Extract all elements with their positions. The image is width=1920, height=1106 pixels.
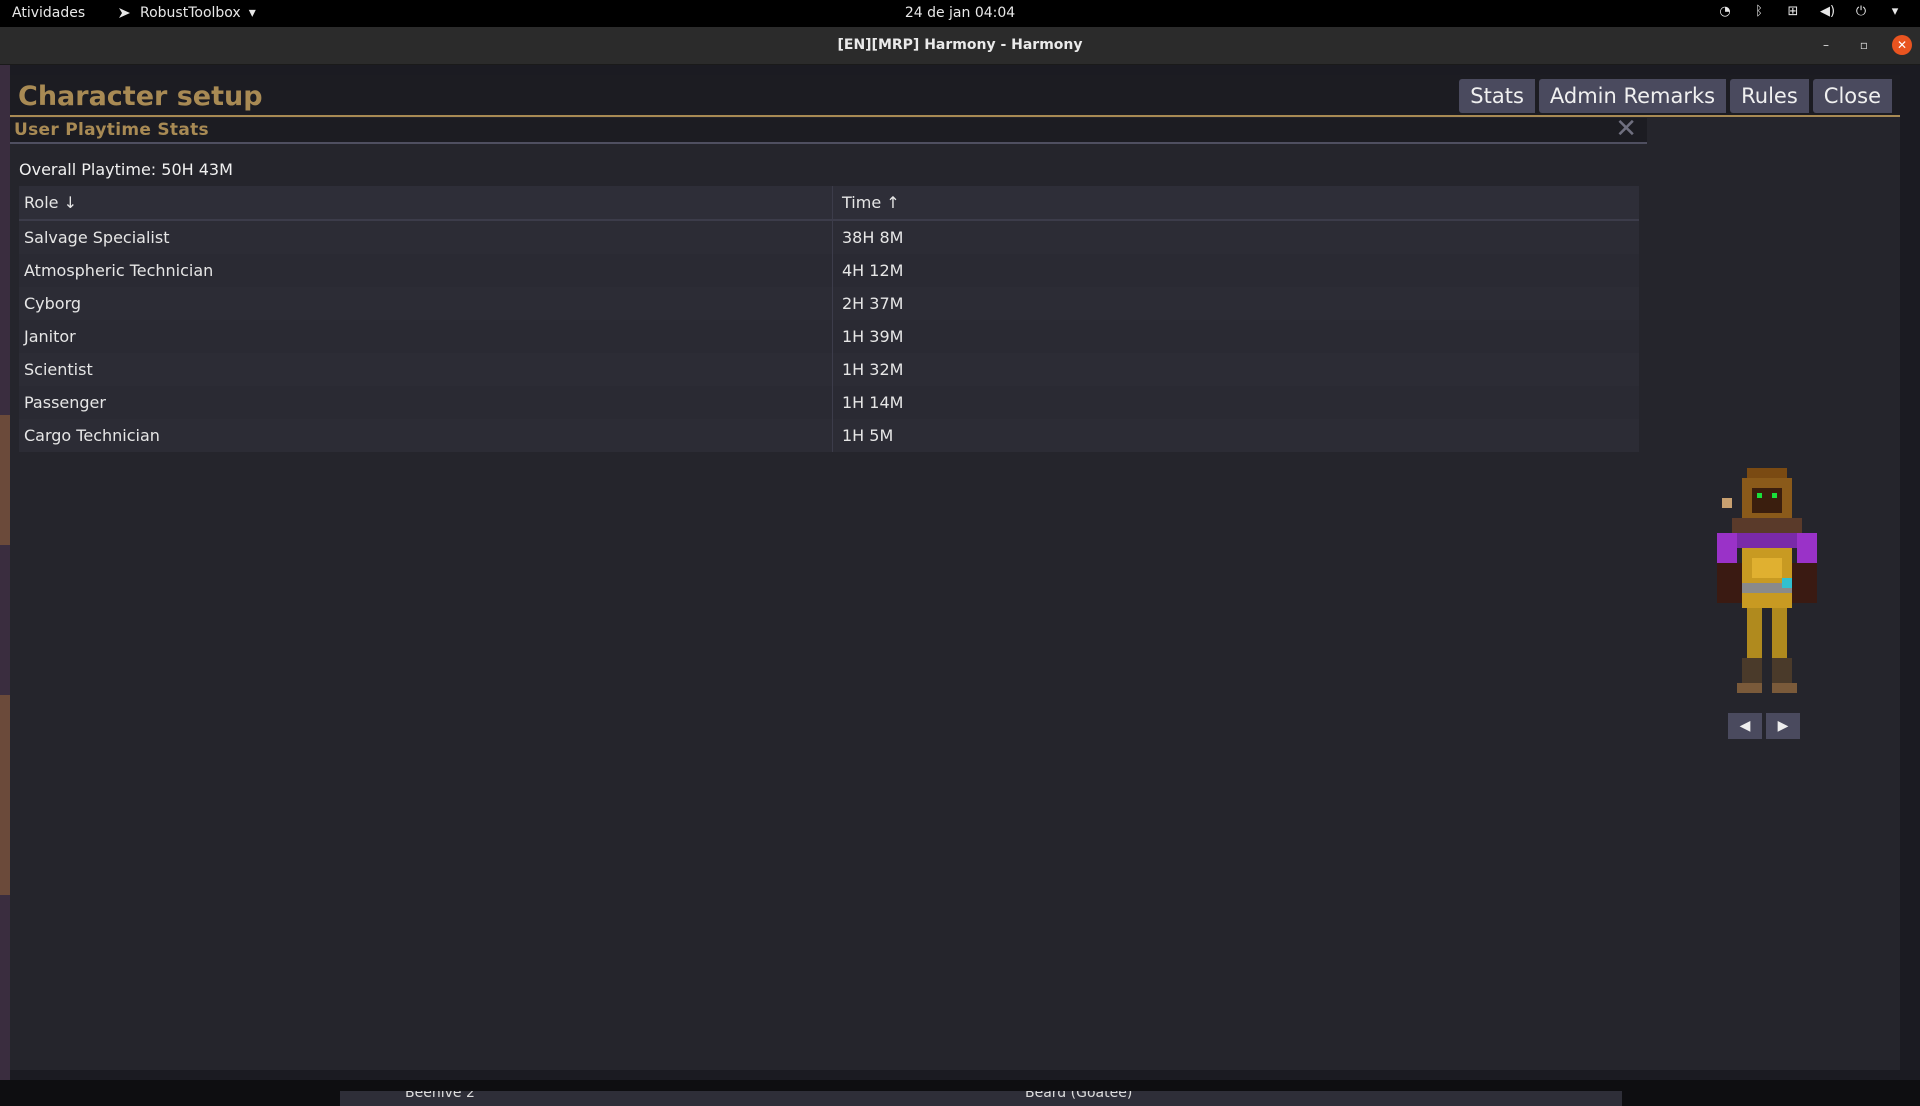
playtime-table: Role ↓ Time ↑ Salvage Specialist 38H 8M …: [19, 186, 1639, 452]
time-cell: 1H 32M: [842, 360, 904, 379]
role-cell: Janitor: [19, 320, 833, 353]
clock[interactable]: 24 de jan 04:04: [0, 5, 1920, 21]
window-titlebar[interactable]: [EN][MRP] Harmony - Harmony – ▫ ✕: [0, 27, 1920, 65]
table-row: Scientist 1H 32M: [19, 353, 1639, 386]
system-tray[interactable]: ◔ ᛒ ⊞ ◀) ⏻ ▾: [1718, 4, 1902, 19]
time-cell: 38H 8M: [842, 228, 904, 247]
overall-playtime: Overall Playtime: 50H 43M: [19, 160, 233, 179]
rotate-right-button[interactable]: ▶: [1766, 713, 1800, 739]
character-setup-header: Character setup Stats Admin Remarks Rule…: [10, 75, 1900, 117]
background-scene: [0, 65, 10, 1080]
bluetooth-icon[interactable]: ᛒ: [1752, 4, 1766, 19]
time-cell: 4H 12M: [842, 261, 904, 280]
table-row: Atmospheric Technician 4H 12M: [19, 254, 1639, 287]
network-icon[interactable]: ⊞: [1786, 4, 1800, 19]
restore-icon[interactable]: ▫: [1854, 35, 1874, 55]
admin-remarks-button[interactable]: Admin Remarks: [1538, 79, 1727, 113]
chevron-down-icon[interactable]: ▾: [1888, 4, 1902, 19]
background-wall: [0, 695, 10, 895]
role-cell: Atmospheric Technician: [19, 254, 833, 287]
stats-button[interactable]: Stats: [1459, 79, 1535, 113]
power-icon[interactable]: ⏻: [1854, 4, 1868, 19]
character-setup-title: Character setup: [18, 81, 263, 112]
role-cell: Passenger: [19, 386, 833, 419]
table-row: Passenger 1H 14M: [19, 386, 1639, 419]
time-cell: 1H 14M: [842, 393, 904, 412]
background-wall: [0, 415, 10, 545]
table-row: Cargo Technician 1H 5M: [19, 419, 1639, 452]
stats-window-header[interactable]: User Playtime Stats ✕: [10, 114, 1647, 144]
role-column-header[interactable]: Role ↓: [19, 186, 833, 219]
character-setup-window: Character setup Stats Admin Remarks Rule…: [10, 75, 1900, 1070]
close-button[interactable]: Close: [1812, 79, 1892, 113]
time-cell: 1H 5M: [842, 426, 894, 445]
table-row: Cyborg 2H 37M: [19, 287, 1639, 320]
rotate-left-button[interactable]: ◀: [1728, 713, 1762, 739]
minimize-icon[interactable]: –: [1816, 35, 1836, 55]
system-top-bar: Atividades RobustToolbox ▾ 24 de jan 04:…: [0, 0, 1920, 27]
close-window-icon[interactable]: ✕: [1892, 35, 1912, 55]
time-cell: 1H 39M: [842, 327, 904, 346]
volume-icon[interactable]: ◀): [1820, 4, 1835, 19]
close-icon[interactable]: ✕: [1615, 114, 1637, 144]
game-viewport: Character setup Stats Admin Remarks Rule…: [0, 65, 1920, 1106]
role-cell: Scientist: [19, 353, 833, 386]
hairstyle-label: Beehive 2: [405, 1091, 475, 1101]
facial-hair-label: Beard (Goatee): [1025, 1091, 1133, 1101]
table-row: Salvage Specialist 38H 8M: [19, 221, 1639, 254]
window-title: [EN][MRP] Harmony - Harmony: [837, 37, 1083, 53]
character-preview-sprite: [1717, 468, 1817, 693]
time-column-header[interactable]: Time ↑: [833, 186, 1639, 219]
steam-icon[interactable]: ◔: [1718, 4, 1732, 19]
rules-button[interactable]: Rules: [1730, 79, 1809, 113]
role-cell: Salvage Specialist: [19, 221, 833, 254]
role-cell: Cyborg: [19, 287, 833, 320]
time-cell: 2H 37M: [842, 294, 904, 313]
playtime-stats-window: User Playtime Stats ✕ Overall Playtime: …: [10, 114, 1647, 1070]
table-header: Role ↓ Time ↑: [19, 186, 1639, 221]
table-row: Janitor 1H 39M: [19, 320, 1639, 353]
role-cell: Cargo Technician: [19, 419, 833, 452]
hair-options-row: Beehive 2 Beard (Goatee): [340, 1091, 1622, 1106]
stats-window-title: User Playtime Stats: [14, 120, 209, 140]
